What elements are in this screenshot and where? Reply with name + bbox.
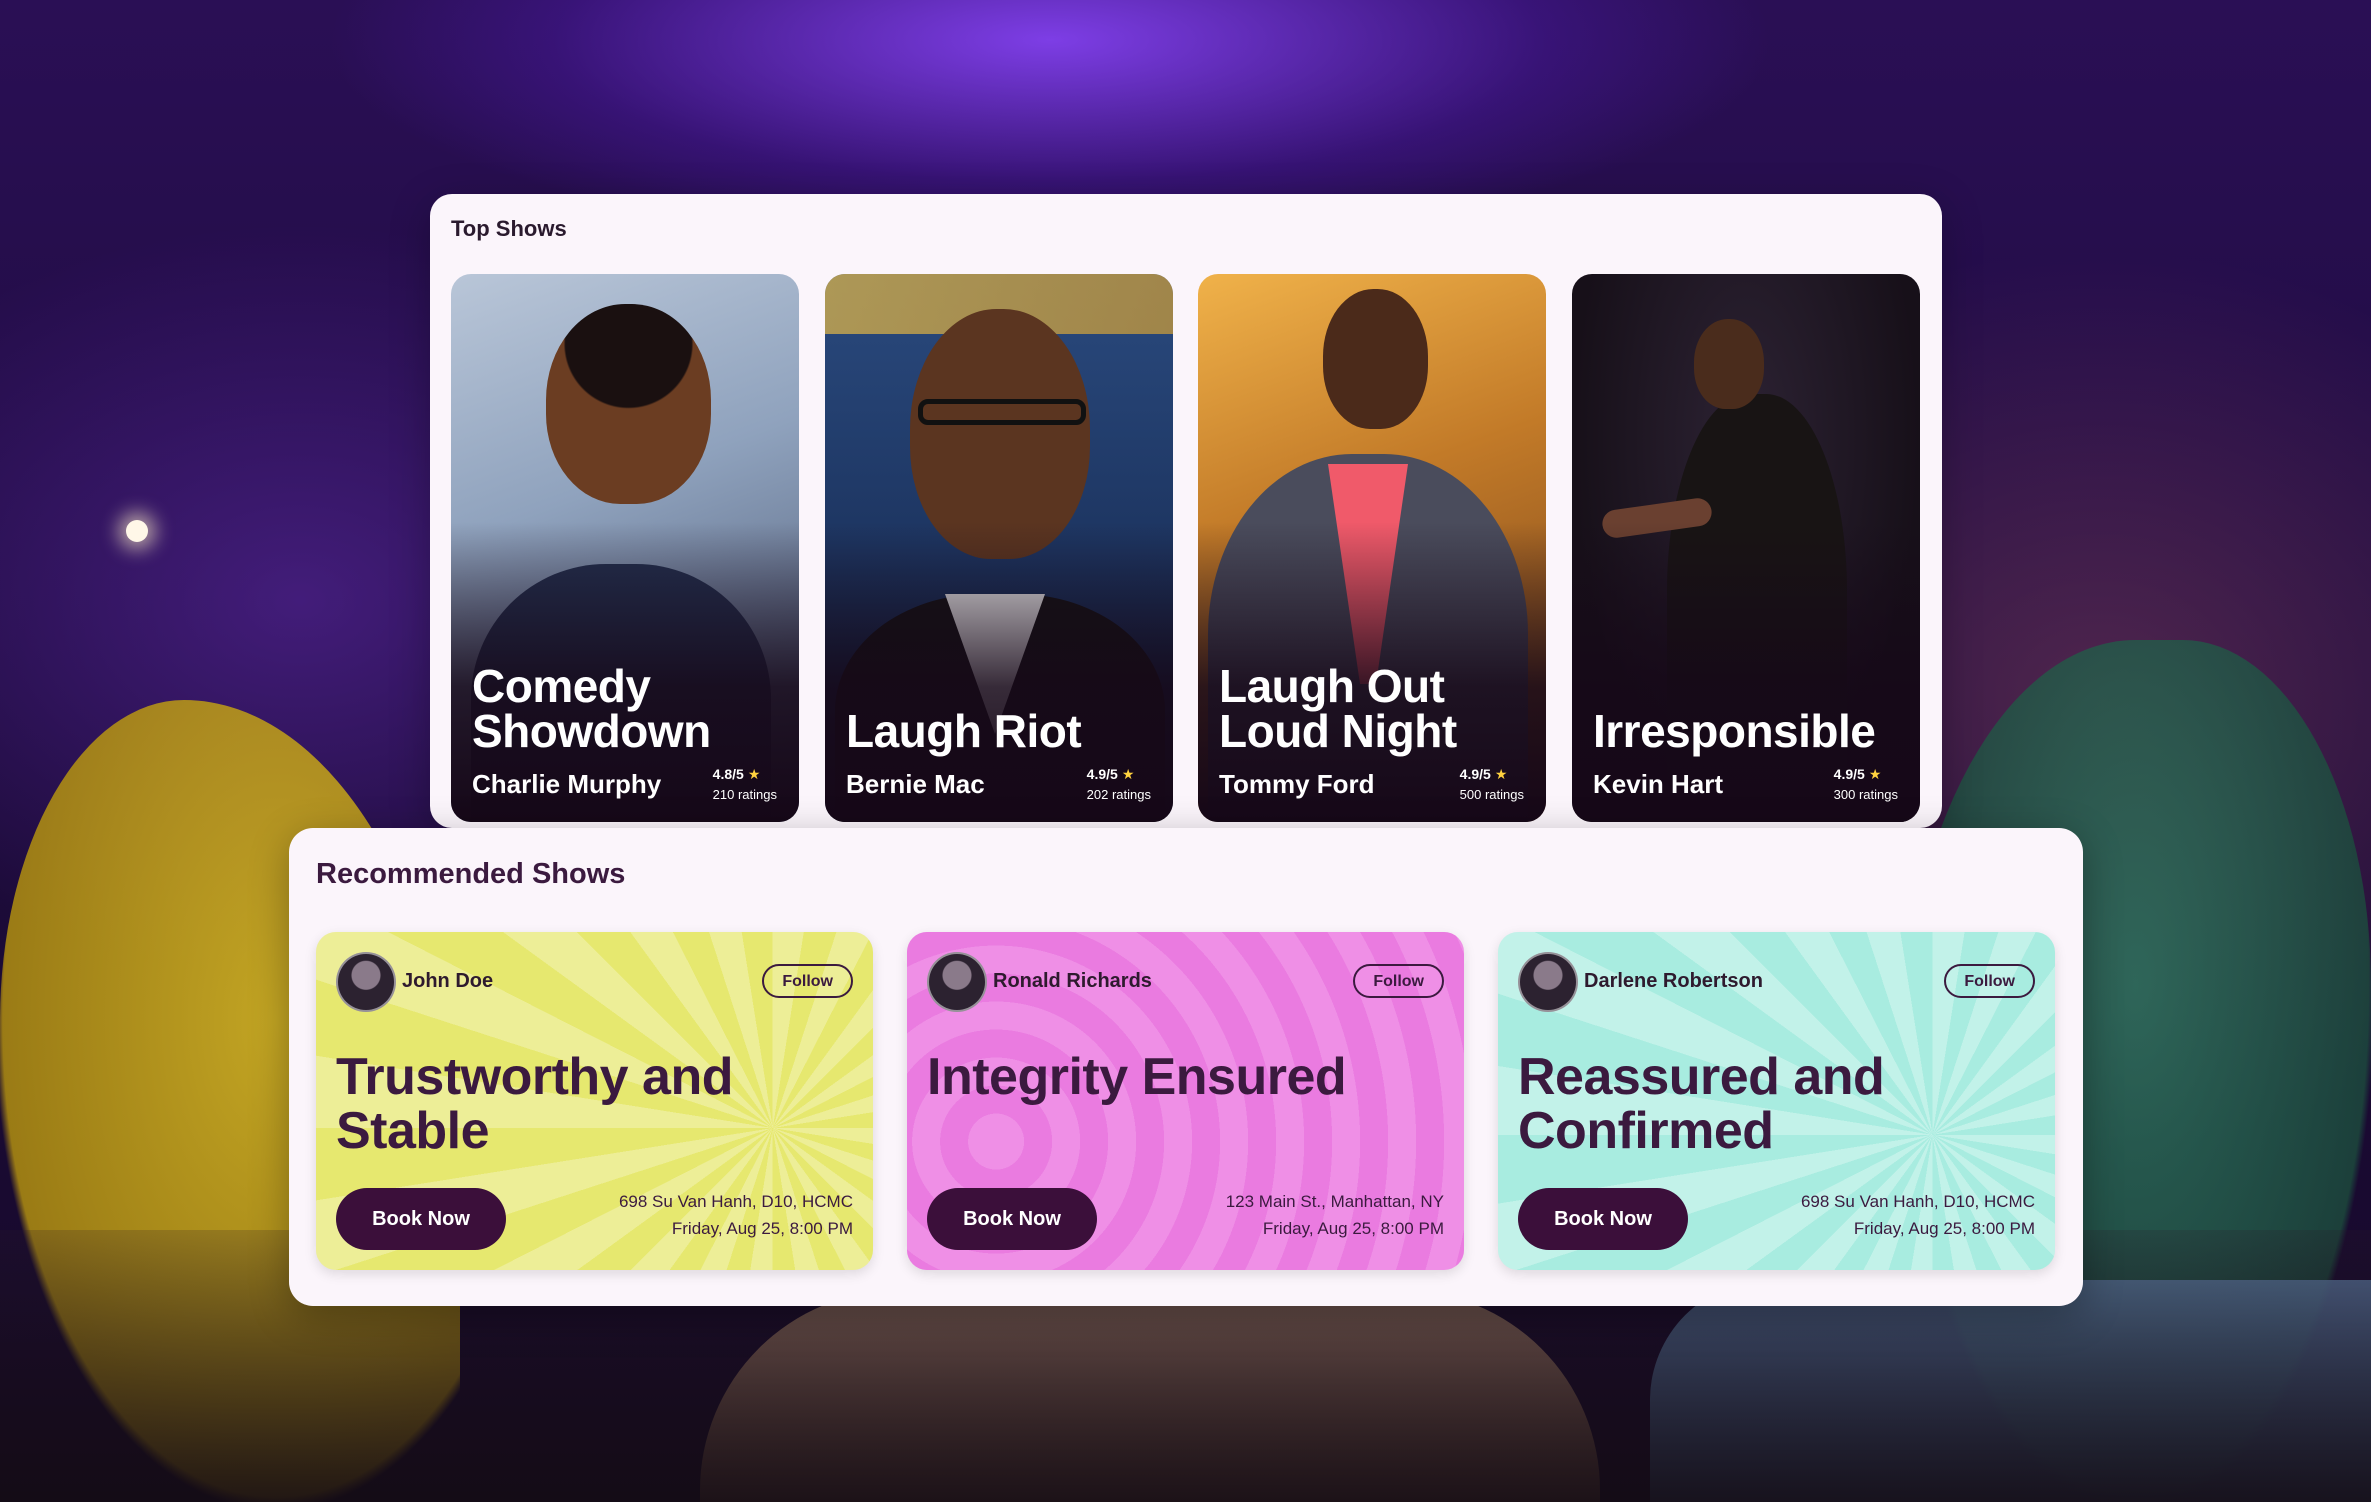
recommended-shows-panel: Recommended Shows John Doe Follow Trustw… bbox=[289, 828, 2083, 1306]
show-datetime: Friday, Aug 25, 8:00 PM bbox=[1262, 1219, 1444, 1238]
venue-info: 698 Su Van Hanh, D10, HCMC Friday, Aug 2… bbox=[1801, 1188, 2035, 1242]
show-card[interactable]: Laugh Riot Bernie Mac 4.9/5 ★ 202 ratings bbox=[825, 274, 1173, 822]
show-card[interactable]: Irresponsible Kevin Hart 4.9/5 ★ 300 rati… bbox=[1572, 274, 1920, 822]
performer-name: Bernie Mac bbox=[846, 769, 985, 799]
venue-info: 698 Su Van Hanh, D10, HCMC Friday, Aug 2… bbox=[619, 1188, 853, 1242]
star-icon: ★ bbox=[1868, 766, 1882, 782]
venue-address: 698 Su Van Hanh, D10, HCMC bbox=[618, 1192, 853, 1211]
performer-name: Kevin Hart bbox=[1593, 769, 1724, 799]
book-now-button[interactable]: Book Now bbox=[336, 1188, 506, 1250]
follow-button[interactable]: Follow bbox=[1944, 964, 2035, 998]
avatar[interactable] bbox=[1518, 952, 1578, 1012]
stage-light bbox=[126, 520, 148, 542]
venue-address: 698 Su Van Hanh, D10, HCMC bbox=[1800, 1192, 2035, 1211]
host-row: John Doe Follow bbox=[336, 952, 853, 1014]
venue-info: 123 Main St., Manhattan, NY Friday, Aug … bbox=[1226, 1188, 1444, 1242]
host-row: Ronald Richards Follow bbox=[927, 952, 1444, 1014]
performer-name: Charlie Murphy bbox=[472, 769, 662, 799]
rating: 4.8/5 ★ 210 ratings bbox=[712, 766, 777, 802]
book-now-button[interactable]: Book Now bbox=[1518, 1188, 1688, 1250]
avatar[interactable] bbox=[336, 952, 396, 1012]
recommended-card[interactable]: Ronald Richards Follow Integrity Ensured… bbox=[907, 932, 1464, 1270]
venue-address: 123 Main St., Manhattan, NY bbox=[1225, 1192, 1444, 1211]
show-card[interactable]: Comedy Showdown Charlie Murphy 4.8/5 ★ 210… bbox=[451, 274, 799, 822]
host-name: Ronald Richards bbox=[993, 970, 1152, 992]
star-icon: ★ bbox=[1494, 766, 1508, 782]
follow-button[interactable]: Follow bbox=[762, 964, 853, 998]
show-title: Irresponsible bbox=[1593, 705, 1876, 757]
recommended-card[interactable]: Darlene Robertson Follow Reassured and Co… bbox=[1498, 932, 2055, 1270]
recommended-shows-heading: Recommended Shows bbox=[316, 858, 626, 890]
rating: 4.9/5 ★ 300 ratings bbox=[1833, 766, 1898, 802]
show-title: Laugh Out Loud Night bbox=[1219, 660, 1457, 757]
rating: 4.9/5 ★ 500 ratings bbox=[1459, 766, 1524, 802]
book-now-button[interactable]: Book Now bbox=[927, 1188, 1097, 1250]
show-title: Comedy Showdown bbox=[472, 660, 711, 757]
avatar[interactable] bbox=[927, 952, 987, 1012]
show-title: Integrity Ensured bbox=[927, 1048, 1347, 1106]
recommended-card[interactable]: John Doe Follow Trustworthy and Stable Bo… bbox=[316, 932, 873, 1270]
star-icon: ★ bbox=[1121, 766, 1135, 782]
top-shows-panel: Top Shows Comedy Showdown Charlie Murphy … bbox=[430, 194, 1942, 828]
performer-name: Tommy Ford bbox=[1219, 769, 1375, 799]
rating: 4.9/5 ★ 202 ratings bbox=[1086, 766, 1151, 802]
show-title: Laugh Riot bbox=[846, 705, 1082, 757]
show-datetime: Friday, Aug 25, 8:00 PM bbox=[671, 1219, 853, 1238]
show-card[interactable]: Laugh Out Loud Night Tommy Ford 4.9/5 ★ 50… bbox=[1198, 274, 1546, 822]
follow-button[interactable]: Follow bbox=[1353, 964, 1444, 998]
show-title: Trustworthy and Stable bbox=[336, 1048, 733, 1160]
host-name: Darlene Robertson bbox=[1584, 970, 1763, 992]
top-shows-heading: Top Shows bbox=[451, 216, 567, 241]
star-icon: ★ bbox=[747, 766, 761, 782]
show-datetime: Friday, Aug 25, 8:00 PM bbox=[1853, 1219, 2035, 1238]
host-row: Darlene Robertson Follow bbox=[1518, 952, 2035, 1014]
host-name: John Doe bbox=[402, 970, 494, 992]
show-title: Reassured and Confirmed bbox=[1518, 1048, 1885, 1160]
